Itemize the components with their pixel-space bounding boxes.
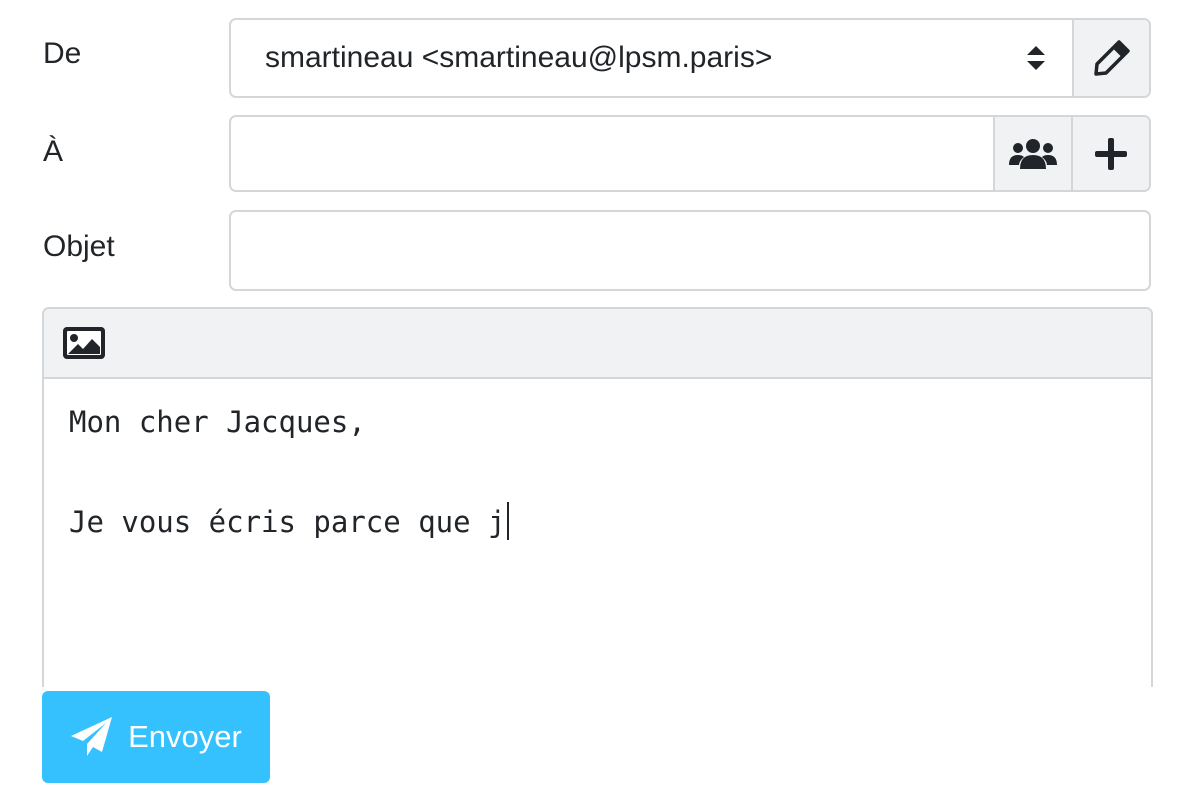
subject-label: Objet	[43, 230, 115, 263]
message-line-1: Mon cher Jacques,	[69, 405, 366, 439]
send-button[interactable]: Envoyer	[42, 691, 270, 783]
edit-identity-button[interactable]	[1072, 20, 1149, 96]
from-field: smartineau <smartineau@lpsm.paris>	[229, 18, 1151, 98]
compose-form: De smartineau <smartineau@lpsm.paris> À	[0, 0, 1200, 795]
from-label: De	[43, 37, 82, 70]
subject-field	[229, 210, 1151, 291]
send-label: Envoyer	[128, 719, 242, 754]
message-editor: Mon cher Jacques, ​Je vous écris parce qu…	[42, 307, 1153, 687]
editor-toolbar	[44, 309, 1151, 379]
plus-icon	[1095, 137, 1127, 170]
text-caret	[506, 502, 509, 540]
subject-input[interactable]	[231, 212, 1149, 289]
image-icon	[63, 327, 105, 359]
from-select[interactable]: smartineau <smartineau@lpsm.paris>	[231, 20, 1072, 96]
from-selected-value: smartineau <smartineau@lpsm.paris>	[265, 41, 773, 74]
add-recipient-button[interactable]	[1071, 117, 1149, 190]
users-icon	[1009, 138, 1057, 169]
paper-plane-icon	[71, 717, 113, 756]
message-line-2: ​	[69, 447, 1126, 497]
sort-arrows-icon	[1027, 46, 1045, 70]
to-field	[229, 115, 1151, 192]
message-body[interactable]: Mon cher Jacques, ​Je vous écris parce qu…	[44, 379, 1151, 565]
to-input[interactable]	[231, 117, 993, 190]
message-line-3: Je vous écris parce que j	[69, 497, 1126, 547]
insert-image-button[interactable]	[63, 327, 105, 359]
pencil-icon	[1093, 40, 1130, 76]
contacts-button[interactable]	[993, 117, 1071, 190]
to-label: À	[43, 135, 64, 168]
